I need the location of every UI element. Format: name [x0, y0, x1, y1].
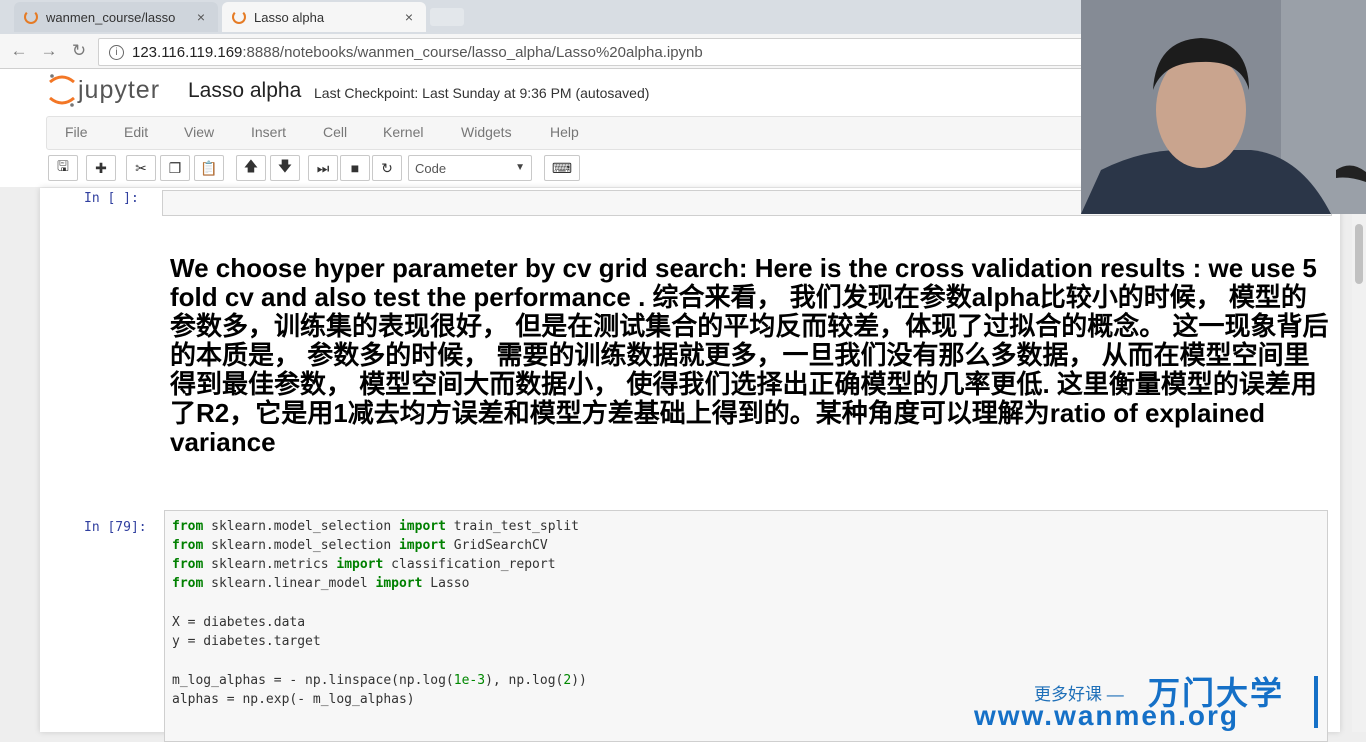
- restart-kernel-icon[interactable]: ↻: [372, 155, 402, 181]
- back-arrow-icon[interactable]: ←: [8, 40, 30, 62]
- menu-insert[interactable]: Insert: [251, 124, 286, 140]
- tab-close-icon[interactable]: ×: [192, 9, 210, 25]
- menu-edit[interactable]: Edit: [124, 124, 148, 140]
- url-host: 123.116.119.169: [132, 43, 243, 61]
- watermark-divider: [1314, 676, 1318, 728]
- copy-icon[interactable]: ❐: [160, 155, 190, 181]
- menu-bar: File Edit View Insert Cell Kernel Widget…: [46, 116, 1088, 150]
- run-step-icon[interactable]: ⏭: [308, 155, 338, 181]
- code-line: alphas = np.exp(- m_log_alphas): [172, 692, 415, 707]
- code-line: from sklearn.model_selection import Grid…: [172, 538, 548, 553]
- code-line: from sklearn.metrics import classificati…: [172, 557, 556, 572]
- page-scrollbar[interactable]: [1352, 214, 1366, 732]
- menu-kernel[interactable]: Kernel: [383, 124, 423, 140]
- menu-view[interactable]: View: [184, 124, 214, 140]
- notebook-title[interactable]: Lasso alpha: [188, 79, 301, 103]
- webcam-video-overlay: [1081, 0, 1366, 214]
- cell-type-value: Code: [415, 161, 447, 176]
- cut-scissors-icon[interactable]: ✂: [126, 155, 156, 181]
- scrollbar-thumb[interactable]: [1355, 224, 1363, 284]
- new-tab-button[interactable]: [430, 8, 464, 26]
- url-input[interactable]: i 123.116.119.169:8888/notebooks/wanmen_…: [98, 38, 1100, 66]
- jupyter-favicon-icon: [24, 10, 38, 24]
- code-line: y = diabetes.target: [172, 634, 321, 649]
- empty-cell-prompt: In [ ]:: [84, 191, 139, 206]
- keyboard-icon[interactable]: ⌨: [544, 155, 580, 181]
- jupyter-logo-text: jupyter: [78, 76, 161, 104]
- save-icon[interactable]: 🖫: [48, 155, 78, 181]
- stop-square-icon[interactable]: ■: [340, 155, 370, 181]
- code-line: from sklearn.model_selection import trai…: [172, 519, 580, 534]
- markdown-cell[interactable]: We choose hyper parameter by cv grid sea…: [170, 254, 1330, 457]
- menu-cell[interactable]: Cell: [323, 124, 347, 140]
- code-line: X = diabetes.data: [172, 615, 306, 630]
- insert-cell-plus-icon[interactable]: ✚: [86, 155, 116, 181]
- site-info-icon[interactable]: i: [109, 44, 124, 60]
- paste-icon[interactable]: 📋: [194, 155, 224, 181]
- tab-label: Lasso alpha: [254, 9, 325, 25]
- browser-tab-lasso-alpha[interactable]: Lasso alpha ×: [222, 2, 426, 32]
- code-cell-prompt: In [79]:: [84, 520, 147, 535]
- watermark-url: www.wanmen.org: [974, 700, 1239, 731]
- url-path: :8888/notebooks/wanmen_course/lasso_alph…: [242, 43, 703, 61]
- code-line: from sklearn.linear_model import Lasso: [172, 576, 470, 591]
- reload-icon[interactable]: ↻: [68, 40, 90, 62]
- move-down-arrow-icon[interactable]: 🡇: [270, 155, 300, 181]
- menu-file[interactable]: File: [65, 124, 88, 140]
- browser-tab-lasso-course[interactable]: wanmen_course/lasso ×: [14, 2, 218, 32]
- notebook-container: In [ ]: We choose hyper parameter by cv …: [40, 188, 1340, 742]
- tab-label: wanmen_course/lasso: [46, 9, 176, 25]
- menu-widgets[interactable]: Widgets: [461, 124, 512, 140]
- cell-type-select[interactable]: Code ▼: [408, 155, 532, 181]
- checkpoint-status: Last Checkpoint: Last Sunday at 9:36 PM …: [314, 85, 650, 101]
- move-up-arrow-icon[interactable]: 🡅: [236, 155, 266, 181]
- menu-help[interactable]: Help: [550, 124, 579, 140]
- tab-close-icon[interactable]: ×: [400, 9, 418, 25]
- forward-arrow-icon[interactable]: →: [38, 40, 60, 62]
- code-line: m_log_alphas = - np.linspace(np.log(1e-3…: [172, 673, 587, 688]
- jupyter-favicon-icon: [232, 10, 246, 24]
- chevron-down-icon: ▼: [515, 162, 525, 173]
